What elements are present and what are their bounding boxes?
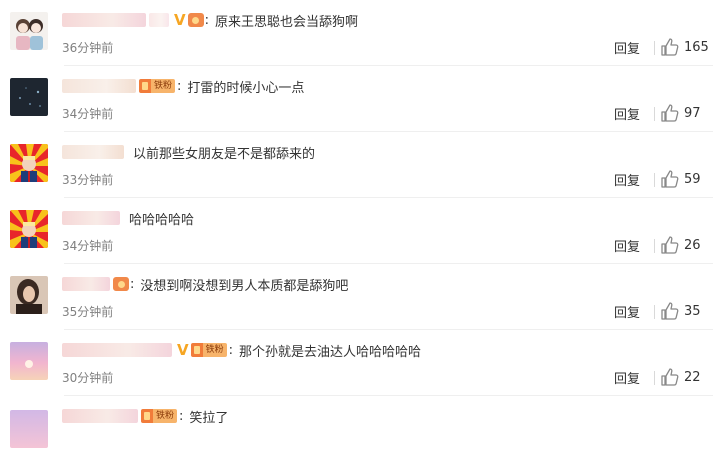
fan-badge-icon [190,343,203,357]
fan-badge: 铁粉 [139,79,176,93]
comment-header: 铁粉 : 打雷的时候小心一点 [62,76,304,96]
comment-text: 以前那些女朋友是不是都舔来的 [133,146,316,162]
reply-button[interactable]: 回复 [614,236,640,255]
vip-badge: V [174,11,186,29]
thumbs-up-icon [661,302,679,320]
comment-header: V : 原来王思聪也会当舔狗啊 [62,10,358,30]
comment-item: 以前那些女朋友是不是都舔来的 33分钟前 回复 59 [0,132,721,198]
comment-item: V : 原来王思聪也会当舔狗啊 36分钟前 回复 165 [0,0,721,66]
fan-badge: 铁粉 [141,409,178,423]
comment-time: 33分钟前 [62,173,114,187]
comment-item: 铁粉 : 打雷的时候小心一点 34分钟前 回复 97 [0,66,721,132]
comment-header: 哈哈哈哈哈 [62,208,194,228]
like-button[interactable]: 22 [660,367,701,387]
comment-time: 30分钟前 [62,371,114,385]
like-count: 26 [684,237,701,253]
comment-text: 那个孙就是去油达人哈哈哈哈哈 [239,344,422,360]
like-count: 35 [684,303,701,319]
username-redacted[interactable] [62,145,124,159]
comment-header: 以前那些女朋友是不是都舔来的 [62,142,315,162]
colon: : [204,12,209,28]
username-redacted-tail[interactable] [149,13,169,27]
like-button[interactable]: 165 [660,37,709,57]
comment-list: V : 原来王思聪也会当舔狗啊 36分钟前 回复 165 铁粉: 打雷的时候小… [0,0,721,462]
comment-header: 铁粉 : 笑拉了 [62,406,228,426]
thumbs-up-icon [661,236,679,254]
divider [654,107,655,121]
like-count: 22 [684,369,701,385]
comment-item: 哈哈哈哈哈 34分钟前 回复 26 [0,198,721,264]
comment-time: 34分钟前 [62,107,114,121]
thumbs-up-icon [661,104,679,122]
username-redacted[interactable] [62,211,120,225]
divider [654,239,655,253]
vip-badge: V [177,341,189,359]
comment-time: 34分钟前 [62,239,114,253]
avatar[interactable] [10,12,48,50]
username-redacted[interactable] [62,13,146,27]
avatar[interactable] [10,276,48,314]
like-button[interactable]: 97 [660,103,701,123]
colon: : [177,78,182,94]
like-count: 165 [684,39,709,55]
fan-badge-icon [141,409,153,423]
reply-button[interactable]: 回复 [614,170,640,189]
avatar[interactable] [10,144,48,182]
thumbs-up-icon [661,170,679,188]
comment-text: 笑拉了 [189,410,229,426]
reply-button[interactable]: 回复 [614,368,640,387]
username-redacted[interactable] [62,409,138,423]
comment-header: : 没想到啊没想到男人本质都是舔狗吧 [62,274,348,294]
colon: : [179,408,184,424]
username-redacted[interactable] [62,343,172,357]
like-button[interactable]: 35 [660,301,701,321]
comment-text: 原来王思聪也会当舔狗啊 [215,14,359,30]
comment-text: 哈哈哈哈哈 [129,212,195,228]
username-redacted[interactable] [62,79,136,93]
comment-text: 没想到啊没想到男人本质都是舔狗吧 [140,278,349,294]
comment-item: V 铁粉 : 那个孙就是去油达人哈哈哈哈哈 30分钟前 回复 22 [0,330,721,396]
fan-badge-label: 铁粉 [153,409,178,423]
like-count: 97 [684,105,701,121]
like-button[interactable]: 59 [660,169,701,189]
fan-badge-label: 铁粉 [151,79,176,93]
username-redacted[interactable] [62,277,110,291]
like-count: 59 [684,171,701,187]
fan-badge-label: 铁粉 [202,343,227,357]
divider [654,305,655,319]
reply-button[interactable]: 回复 [614,104,640,123]
avatar[interactable] [10,210,48,248]
comment-item: 铁粉 : 笑拉了 [0,396,721,462]
reply-button[interactable]: 回复 [614,302,640,321]
avatar[interactable] [10,342,48,380]
divider [654,41,655,55]
colon: : [228,342,234,358]
comment-header: V 铁粉 : 那个孙就是去油达人哈哈哈哈哈 [62,340,421,360]
fan-badge: 铁粉 [190,343,227,357]
comment-time: 35分钟前 [62,305,114,319]
comment-item: : 没想到啊没想到男人本质都是舔狗吧 35分钟前 回复 35 [0,264,721,330]
avatar[interactable] [10,78,48,116]
thumbs-up-icon [661,38,679,56]
like-button[interactable]: 26 [660,235,701,255]
medal-icon [113,277,129,291]
comment-time: 36分钟前 [62,41,114,55]
colon: : [130,276,135,292]
reply-button[interactable]: 回复 [614,38,640,57]
divider [654,173,655,187]
divider [654,371,655,385]
medal-icon [187,13,204,27]
fan-badge-icon [139,79,151,93]
thumbs-up-icon [661,368,679,386]
comment-text: 打雷的时候小心一点 [187,80,305,96]
